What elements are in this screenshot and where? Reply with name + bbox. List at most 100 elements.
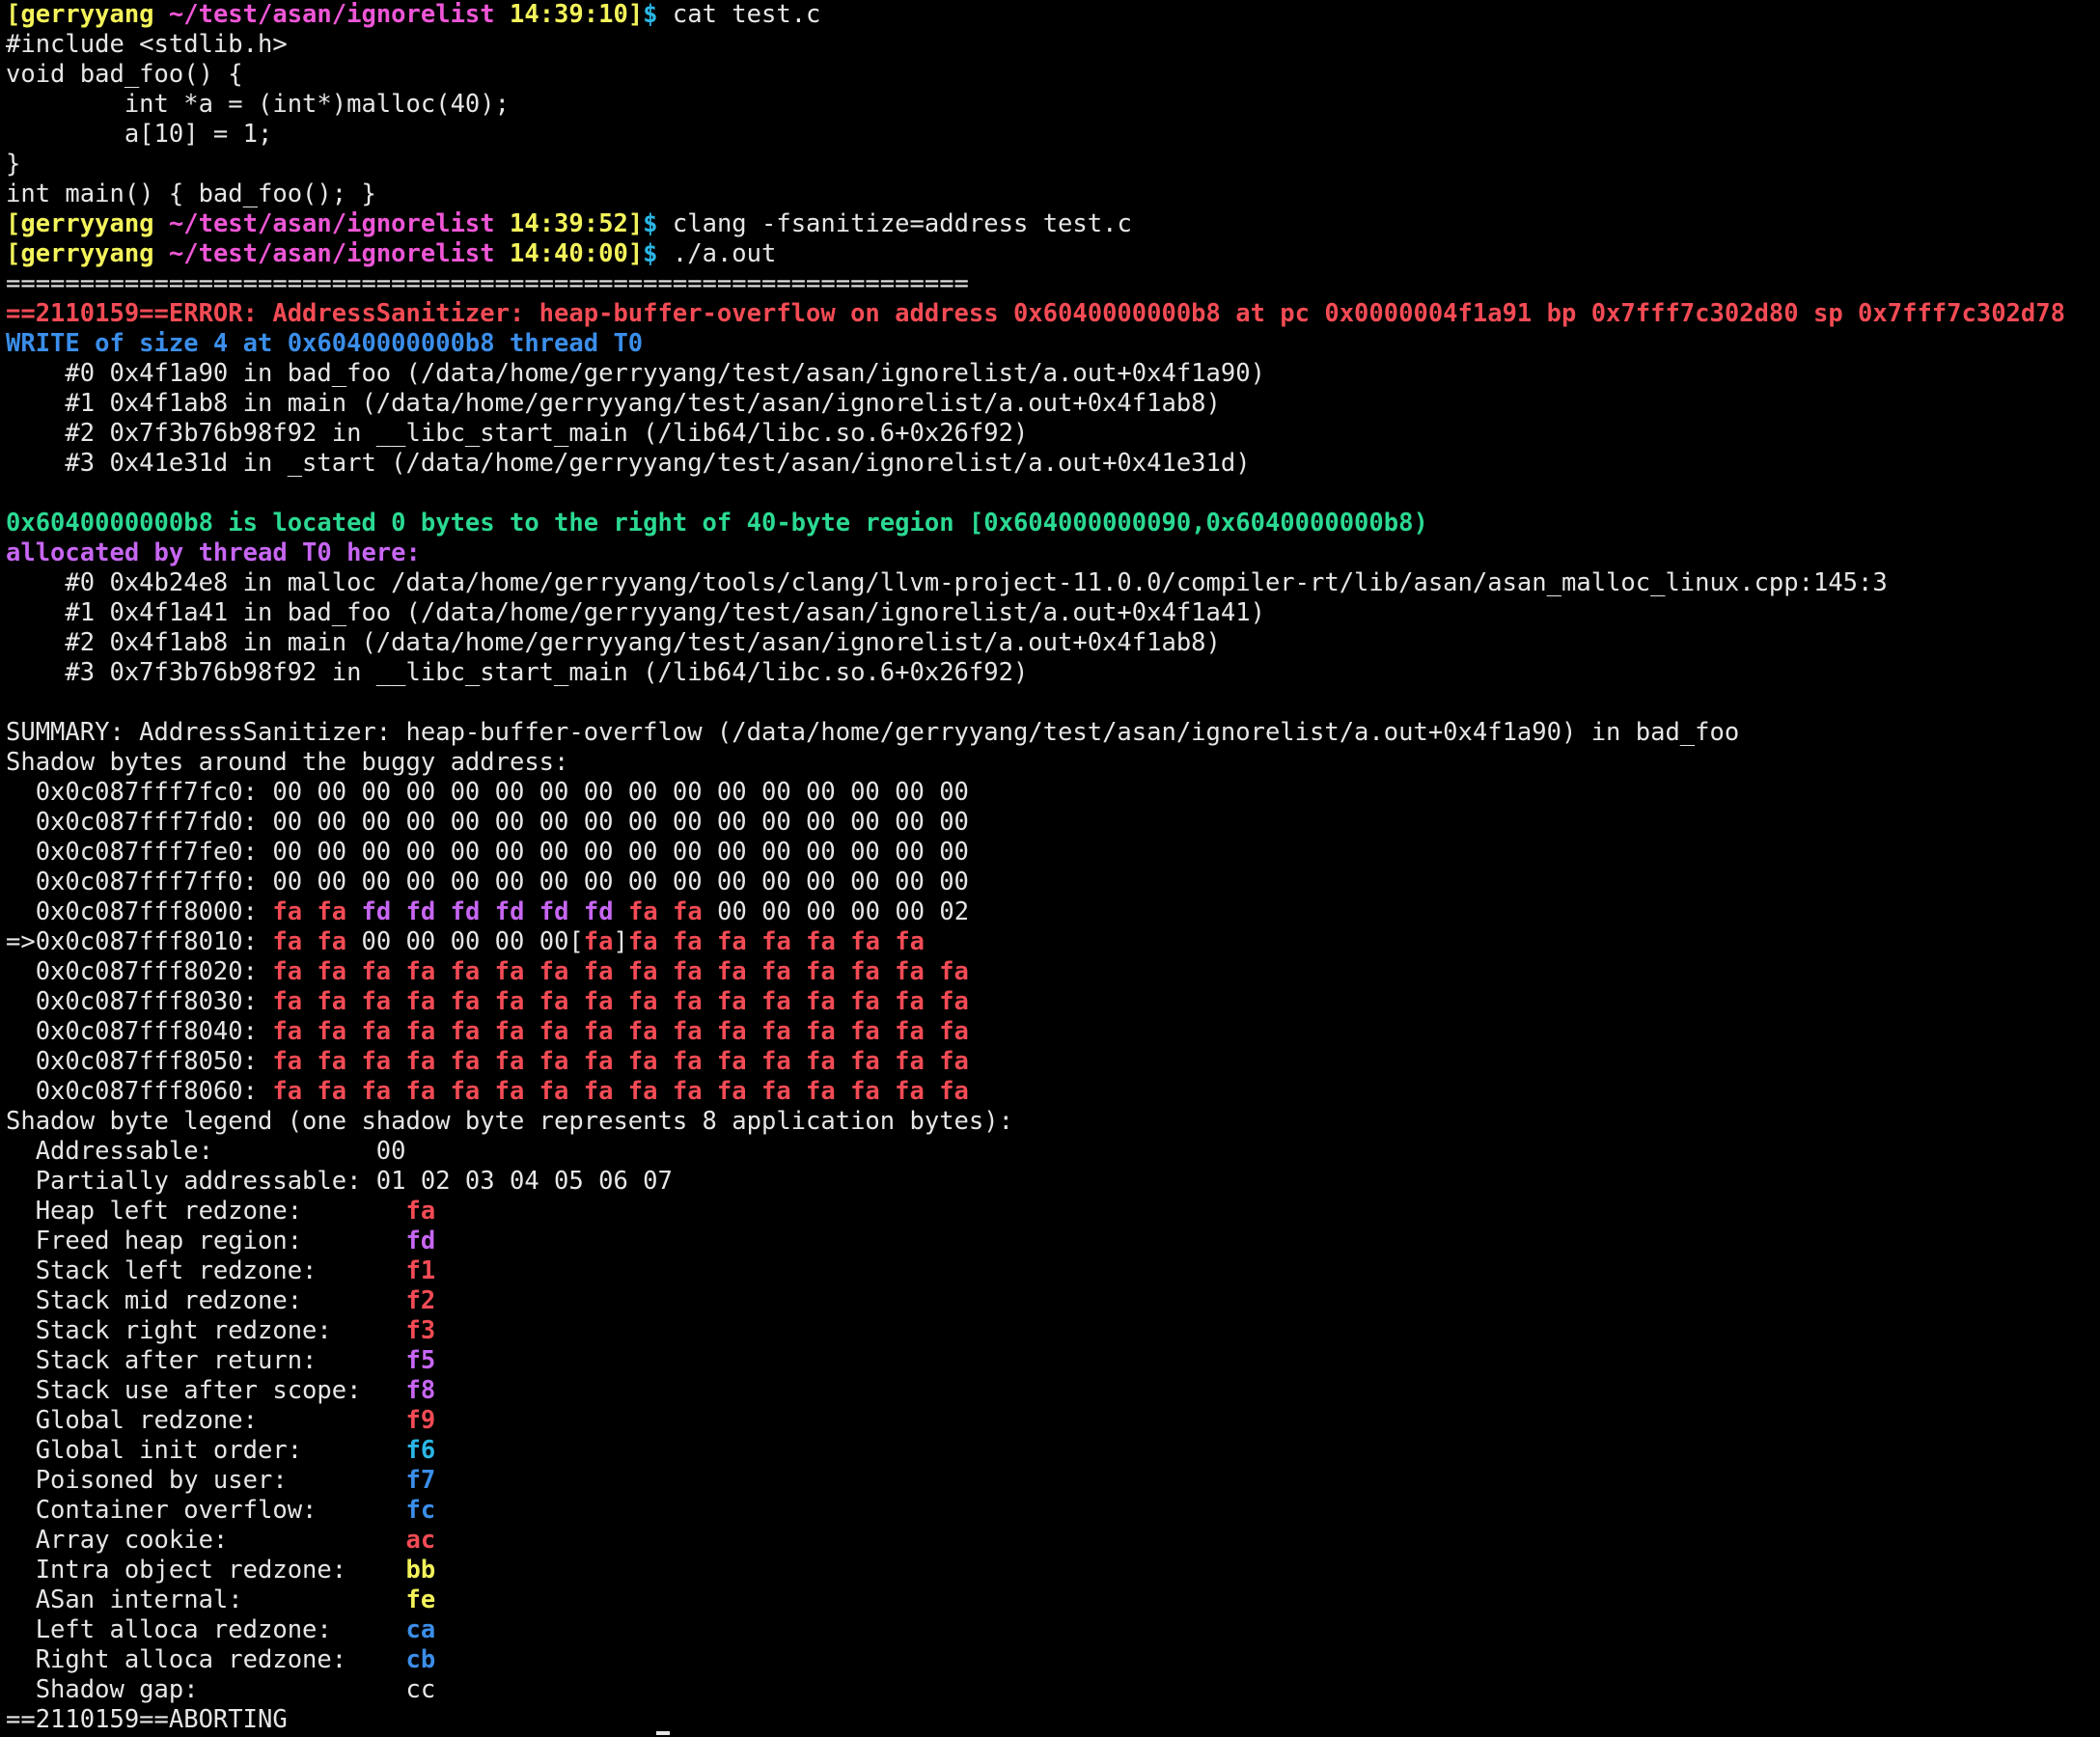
terminal-line: Stack right redzone: f3 [6, 1316, 2100, 1346]
terminal-text-segment: Left alloca redzone: [6, 1615, 406, 1644]
terminal-text-segment: fd [539, 897, 569, 926]
terminal-line: ASan internal: fe [6, 1585, 2100, 1615]
terminal-line: void bad_foo() { [6, 60, 2100, 90]
terminal-text-segment: [ [6, 209, 21, 238]
terminal-line: } [6, 150, 2100, 179]
terminal-text-segment: allocated by thread T0 here: [6, 538, 421, 567]
terminal-text-segment: fa [405, 1197, 436, 1226]
terminal-text-segment: fa [717, 927, 747, 956]
terminal-text-segment: Shadow byte legend (one shadow byte repr… [6, 1107, 1013, 1136]
terminal-line: int *a = (int*)malloc(40); [6, 90, 2100, 120]
terminal-text-segment: gerryyang [20, 0, 154, 29]
terminal-line: [gerryyang ~/test/asan/ignorelist 14:39:… [6, 209, 2100, 239]
terminal-text-segment: #1 0x4f1a41 in bad_foo (/data/home/gerry… [6, 598, 1265, 627]
terminal-text-segment: 0x6040000000b8 is located 0 bytes to the… [6, 509, 1428, 538]
terminal-text-segment: ac [405, 1526, 436, 1555]
terminal-text-segment: ASan internal: [6, 1585, 406, 1614]
terminal-text-segment: 00 00 00 00 00 02 [702, 897, 970, 926]
terminal-text-segment: Addressable: 00 [6, 1137, 406, 1166]
terminal-line: Stack mid redzone: f2 [6, 1286, 2100, 1316]
terminal-text-segment: int main() { bad_foo(); } [6, 179, 376, 208]
terminal-line: Array cookie: ac [6, 1526, 2100, 1556]
terminal-text-segment: 0x0c087fff8050: [6, 1047, 273, 1076]
terminal-text-segment: gerryyang [20, 209, 154, 238]
terminal-text-segment: fa [627, 897, 658, 926]
terminal-text-segment: Shadow bytes around the buggy address: [6, 748, 569, 777]
terminal-line: Intra object redzone: bb [6, 1556, 2100, 1585]
terminal-line: #2 0x4f1ab8 in main (/data/home/gerryyan… [6, 628, 2100, 658]
terminal-cursor [656, 1731, 670, 1735]
terminal-text-segment: Freed heap region: [6, 1227, 406, 1255]
terminal-text-segment: gerryyang [20, 239, 154, 268]
terminal-line: Container overflow: fc [6, 1496, 2100, 1526]
terminal-line: #3 0x7f3b76b98f92 in __libc_start_main (… [6, 658, 2100, 688]
terminal-line: #1 0x4f1ab8 in main (/data/home/gerryyan… [6, 389, 2100, 419]
terminal-line: Shadow gap: cc [6, 1675, 2100, 1705]
terminal-text-segment: void bad_foo() { [6, 60, 243, 89]
terminal-line: 0x0c087fff8030: fa fa fa fa fa fa fa fa … [6, 987, 2100, 1017]
terminal-line: #0 0x4b24e8 in malloc /data/home/gerryya… [6, 568, 2100, 598]
terminal-text-segment: ========================================… [6, 269, 969, 298]
terminal-text-segment: fa fa fa fa fa fa fa fa fa fa fa fa fa f… [272, 1047, 969, 1076]
terminal-text-segment: #include <stdlib.h> [6, 30, 288, 59]
terminal-line: Addressable: 00 [6, 1137, 2100, 1167]
terminal-text-segment: a[10] = 1; [6, 120, 273, 149]
terminal-text-segment: fd [583, 897, 614, 926]
terminal-line: Shadow byte legend (one shadow byte repr… [6, 1107, 2100, 1137]
terminal-text-segment: Stack use after scope: [6, 1376, 406, 1405]
terminal-text-segment: ~/test/asan/ignorelist [153, 239, 495, 268]
terminal-text-segment: 0x0c087fff7ff0: 00 00 00 00 00 00 00 00 … [6, 868, 969, 896]
terminal-text-segment: ] [627, 209, 644, 238]
terminal-line: 0x0c087fff7fc0: 00 00 00 00 00 00 00 00 … [6, 778, 2100, 808]
terminal-text-segment: fa [583, 927, 614, 956]
terminal-line: Right alloca redzone: cb [6, 1645, 2100, 1675]
terminal-text-segment: f6 [405, 1436, 436, 1465]
terminal-text-segment: ] [627, 0, 644, 29]
terminal-line: int main() { bad_foo(); } [6, 179, 2100, 209]
terminal-text-segment: fa [761, 927, 791, 956]
terminal-text-segment: #3 0x41e31d in _start (/data/home/gerryy… [6, 449, 1251, 478]
terminal-text-segment: 0x0c087fff8020: [6, 957, 273, 986]
terminal-text-segment: Stack left redzone: [6, 1256, 406, 1285]
terminal-text-segment: $ [643, 0, 673, 29]
terminal-text-segment: 0x0c087fff7fe0: 00 00 00 00 00 00 00 00 … [6, 838, 969, 867]
terminal-text-segment: fe [405, 1585, 436, 1614]
terminal-text-segment: fa fa fa fa fa fa fa fa fa fa fa fa fa f… [272, 1077, 969, 1106]
terminal-text-segment: 0x0c087fff8060: [6, 1077, 273, 1106]
terminal-text-segment: fa [272, 927, 303, 956]
terminal-text-segment: ~/test/asan/ignorelist [153, 0, 495, 29]
terminal-text-segment: 0x0c087fff8000: [6, 897, 273, 926]
terminal-text-segment: Intra object redzone: [6, 1556, 406, 1585]
terminal-text-segment: 0x0c087fff8040: [6, 1017, 273, 1046]
terminal-line: 0x0c087fff7ff0: 00 00 00 00 00 00 00 00 … [6, 868, 2100, 897]
terminal-text-segment: #2 0x7f3b76b98f92 in __libc_start_main (… [6, 419, 1029, 448]
terminal-line: ==2110159==ABORTING [6, 1705, 2100, 1735]
terminal-line: #3 0x41e31d in _start (/data/home/gerryy… [6, 449, 2100, 479]
terminal-line: Stack after return: f5 [6, 1346, 2100, 1376]
terminal-line: 0x0c087fff7fe0: 00 00 00 00 00 00 00 00 … [6, 838, 2100, 868]
terminal-text-segment: 14:39:52 [494, 209, 628, 238]
terminal-text-segment: fa [317, 927, 347, 956]
terminal-output[interactable]: [gerryyang ~/test/asan/ignorelist 14:39:… [6, 0, 2100, 1737]
terminal-line: Poisoned by user: f7 [6, 1466, 2100, 1496]
terminal-text-segment: Global redzone: [6, 1406, 406, 1435]
terminal-text-segment: $ [643, 239, 673, 268]
terminal-text-segment: bb [405, 1556, 436, 1585]
terminal-text-segment: 14:39:10 [494, 0, 628, 29]
terminal-text-segment: } [6, 150, 21, 179]
terminal-text-segment: [ [6, 0, 21, 29]
terminal-text-segment: fa [272, 897, 303, 926]
terminal-text-segment: Global init order: [6, 1436, 406, 1465]
terminal-text-segment: [ [6, 239, 21, 268]
